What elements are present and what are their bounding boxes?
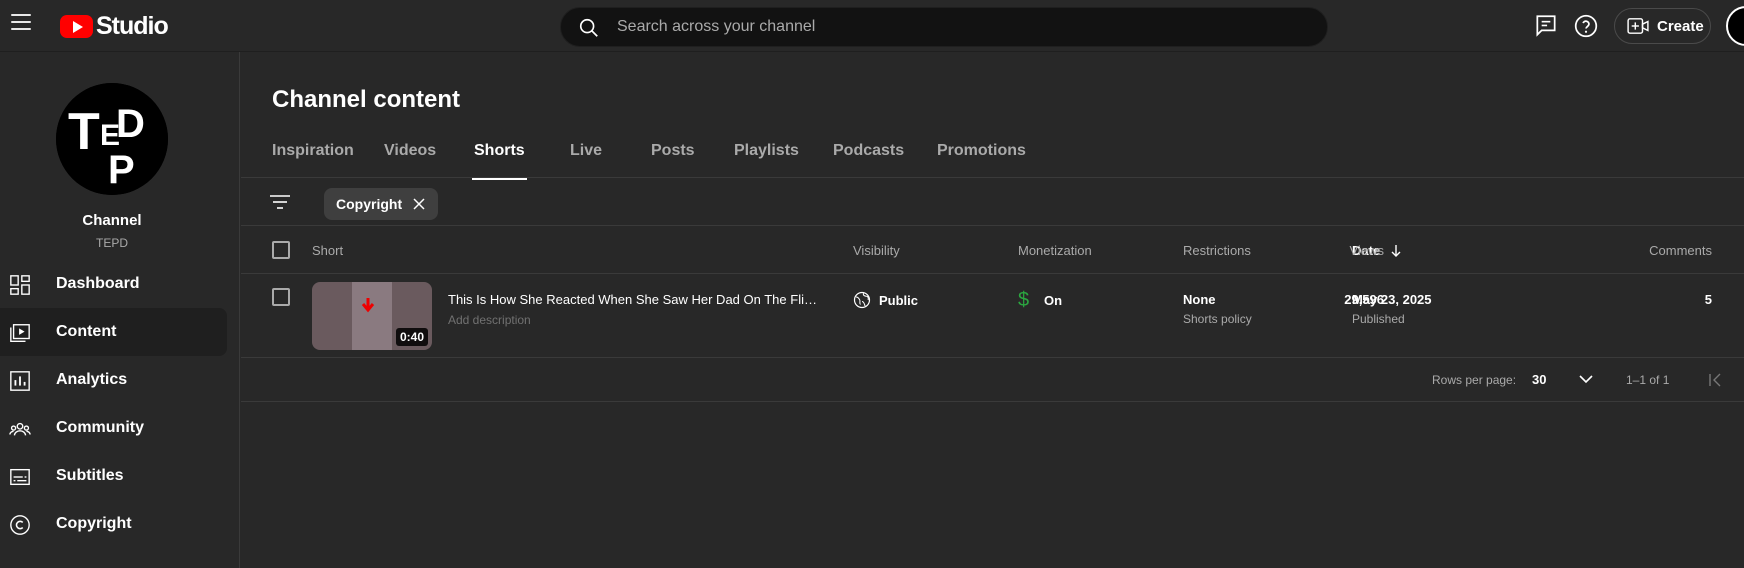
menu-icon[interactable] [11, 14, 31, 32]
copyright-icon [10, 515, 30, 535]
views-value: 29,596 [1344, 292, 1384, 307]
sidebar-item-label: Analytics [56, 371, 128, 388]
tab-podcasts[interactable]: Podcasts [833, 142, 904, 180]
sidebar-item-dashboard[interactable]: Dashboard [0, 260, 227, 308]
tab-live[interactable]: Live [570, 142, 602, 180]
monetization-cell[interactable]: $ On [1018, 289, 1062, 312]
top-bar: Studio Create [0, 0, 1744, 52]
youtube-logo-icon [60, 15, 93, 38]
svg-text:P: P [108, 148, 135, 192]
sidebar-item-label: Copyright [56, 515, 132, 532]
thumbnail-image [352, 282, 392, 350]
studio-logo[interactable]: Studio [60, 12, 169, 41]
sidebar-item-copyright[interactable]: Copyright [0, 500, 227, 548]
create-video-icon [1627, 18, 1649, 34]
search-icon [579, 18, 598, 37]
video-thumbnail[interactable]: 0:40 [312, 282, 432, 350]
close-icon[interactable] [412, 197, 426, 211]
filter-icon[interactable] [269, 193, 291, 211]
svg-text:T: T [68, 103, 100, 161]
logo-text: Studio [96, 12, 169, 40]
monetization-label: On [1044, 293, 1063, 308]
sidebar-item-label: Content [56, 323, 117, 340]
create-label: Create [1657, 17, 1704, 35]
visibility-label: Public [879, 292, 919, 308]
tab-promotions[interactable]: Promotions [937, 142, 1026, 180]
first-page-icon[interactable] [1708, 373, 1722, 387]
account-avatar[interactable] [1726, 6, 1744, 46]
main-content: Channel content Inspiration Videos Short… [241, 52, 1744, 568]
community-icon [9, 422, 31, 436]
create-button[interactable]: Create [1614, 8, 1711, 44]
sidebar-item-content[interactable]: Content [0, 308, 227, 356]
subtitles-icon [10, 468, 30, 486]
restriction-detail: Shorts policy [1183, 312, 1252, 326]
globe-icon [853, 291, 871, 309]
sidebar-item-label: Community [56, 419, 144, 436]
filter-bar: Copyright [241, 178, 1744, 226]
video-duration: 0:40 [395, 328, 428, 346]
channel-label: Channel [82, 212, 142, 229]
content-icon [10, 324, 30, 342]
comments-value: 5 [1704, 292, 1712, 307]
date-status: Published [1352, 312, 1405, 326]
add-description[interactable]: Add description [448, 313, 531, 327]
channel-avatar[interactable]: T E D P [56, 83, 168, 195]
sort-down-icon [1391, 245, 1401, 257]
red-arrow-icon [361, 298, 375, 313]
sidebar-item-label: Subtitles [56, 467, 124, 484]
column-header-short: Short [312, 243, 344, 258]
column-header-monetization: Monetization [1018, 243, 1092, 258]
sidebar-item-subtitles[interactable]: Subtitles [0, 452, 227, 500]
visibility-cell[interactable]: Public [853, 291, 918, 309]
column-header-visibility: Visibility [853, 243, 900, 258]
table-header: Short Visibility Monetization Restrictio… [241, 226, 1744, 274]
column-header-comments: Comments [1649, 243, 1712, 258]
rows-per-page-label: Rows per page: [1432, 373, 1517, 387]
svg-text:D: D [116, 102, 145, 146]
sidebar-item-community[interactable]: Community [0, 404, 227, 452]
tab-shorts[interactable]: Shorts [472, 142, 527, 180]
page-title: Channel content [272, 86, 461, 113]
filter-chip-copyright[interactable]: Copyright [324, 188, 439, 220]
help-icon[interactable] [1573, 13, 1599, 39]
restriction-label[interactable]: None [1183, 292, 1216, 307]
row-checkbox[interactable] [272, 288, 290, 306]
search-bar[interactable] [560, 7, 1328, 47]
tab-videos[interactable]: Videos [384, 142, 436, 180]
dollar-icon: $ [1018, 289, 1030, 311]
sidebar-item-analytics[interactable]: Analytics [0, 356, 227, 404]
rows-per-page-value[interactable]: 30 [1532, 372, 1546, 387]
column-header-restrictions: Restrictions [1183, 243, 1251, 258]
pagination-bar: Rows per page: 30 1–1 of 1 [241, 358, 1744, 402]
tab-posts[interactable]: Posts [651, 142, 695, 180]
filter-chip-label: Copyright [336, 196, 403, 212]
video-title[interactable]: This Is How She Reacted When She Saw Her… [448, 292, 818, 307]
tab-playlists[interactable]: Playlists [734, 142, 799, 180]
table-row[interactable]: 0:40 This Is How She Reacted When She Sa… [241, 274, 1744, 358]
sidebar: T E D P Channel TEPD Dashboard Content A… [0, 52, 240, 568]
select-all-checkbox[interactable] [272, 241, 290, 259]
chevron-down-icon[interactable] [1579, 374, 1593, 384]
channel-name: TEPD [95, 236, 128, 250]
analytics-icon [10, 371, 30, 391]
feedback-icon[interactable] [1533, 13, 1559, 39]
page-range: 1–1 of 1 [1626, 373, 1670, 387]
search-input[interactable] [617, 8, 1297, 46]
dashboard-icon [10, 275, 30, 295]
sidebar-item-label: Dashboard [56, 275, 140, 292]
channel-logo-icon: T E D P [56, 83, 168, 195]
tab-inspiration[interactable]: Inspiration [272, 142, 354, 180]
column-header-views: Views [1349, 243, 1384, 258]
